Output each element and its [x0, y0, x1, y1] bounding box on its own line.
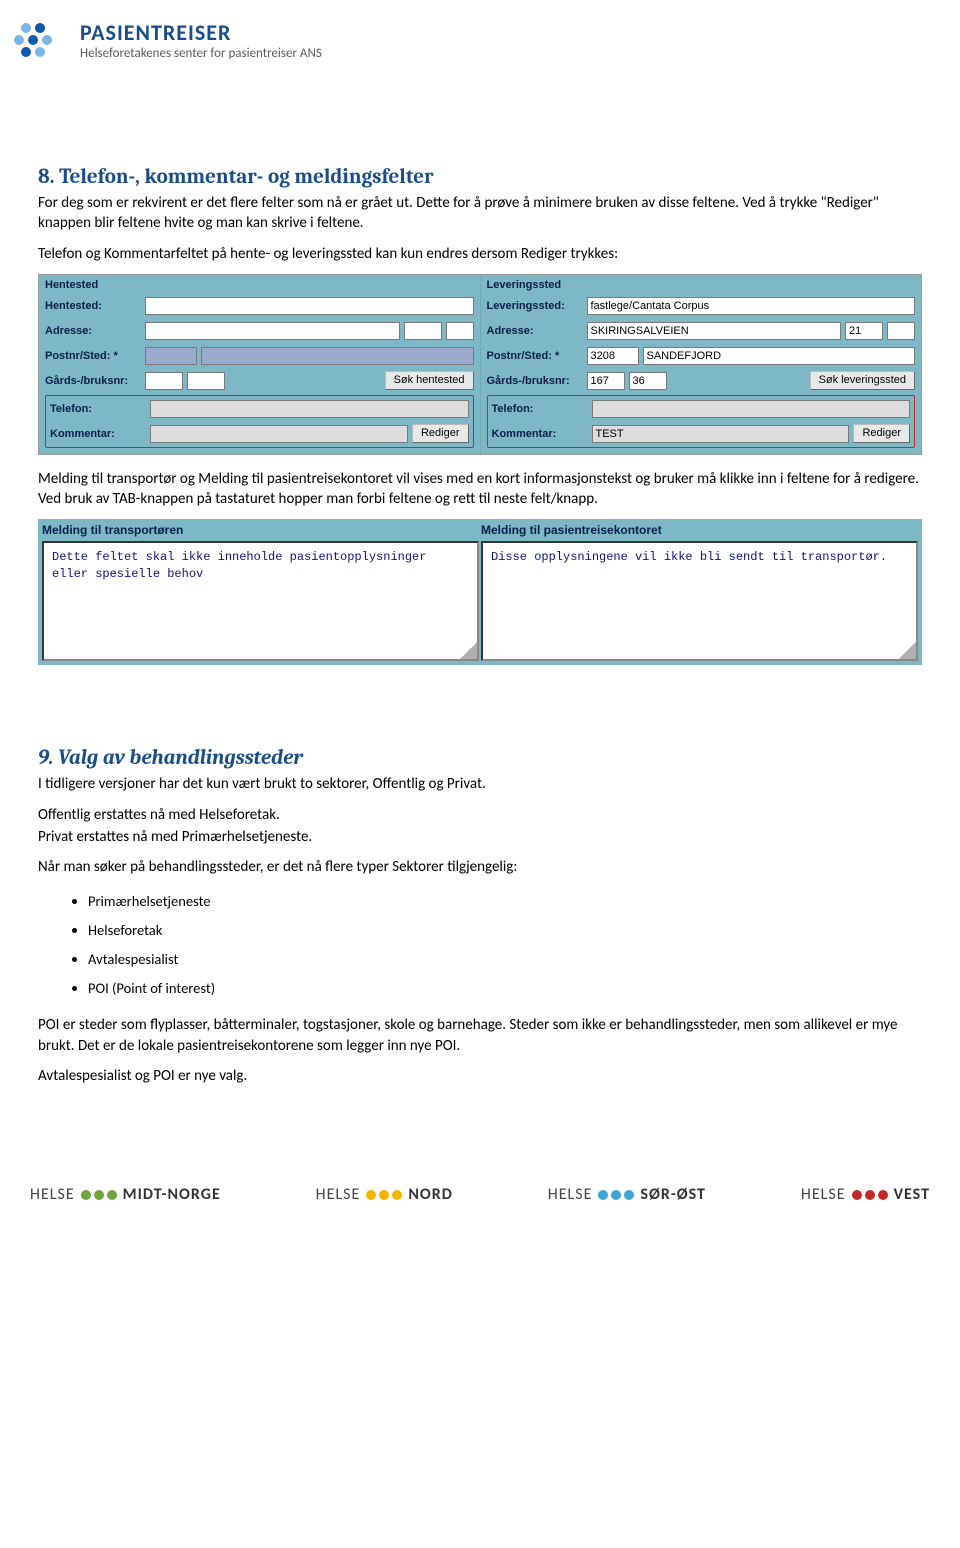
dot-cluster-icon: [366, 1190, 402, 1200]
footer-regions: HELSE MIDT-NORGE HELSE NORD HELSE SØR-ØS…: [0, 1171, 960, 1216]
input-postnr-h[interactable]: [145, 347, 197, 365]
region-vest: HELSE VEST: [801, 1185, 930, 1204]
dot-cluster-icon: [81, 1190, 117, 1200]
rediger-h-button[interactable]: Rediger: [412, 424, 469, 443]
brand-title: PASIENTREISER: [80, 19, 322, 46]
section-9-para-1: I tidligere versjoner har det kun vært b…: [38, 774, 922, 794]
input-adresse-h-suffix[interactable]: [446, 322, 474, 340]
label-telefon-h: Telefon:: [50, 403, 146, 415]
sok-hentested-button[interactable]: Søk hentested: [385, 371, 474, 390]
brand-subtitle: Helseforetakenes senter for pasientreise…: [80, 46, 322, 61]
input-gards-l2[interactable]: 36: [629, 372, 667, 390]
list-item: Primærhelsetjeneste: [88, 887, 922, 916]
rediger-l-button[interactable]: Rediger: [853, 424, 910, 443]
sector-list: Primærhelsetjeneste Helseforetak Avtales…: [38, 887, 922, 1003]
hentested-column: Hentested Hentested: Adresse: Postnr/Ste…: [39, 275, 480, 454]
section-9-para-4: POI er steder som flyplasser, båttermina…: [38, 1015, 922, 1056]
label-gards-h: Gårds-/bruksnr:: [45, 375, 141, 387]
msg-transporter-box[interactable]: Dette feltet skal ikke inneholde pasient…: [42, 541, 479, 661]
input-hentested[interactable]: [145, 297, 474, 315]
input-sted-h[interactable]: [201, 347, 474, 365]
input-kommentar-l[interactable]: TEST: [592, 425, 850, 443]
label-postnr-l: Postnr/Sted: *: [487, 350, 583, 362]
input-adresse-l-suffix[interactable]: [887, 322, 915, 340]
msg-transporter-text: Dette feltet skal ikke inneholde pasient…: [52, 550, 426, 581]
label-leveringssted: Leveringssted:: [487, 300, 583, 312]
label-adresse-l: Adresse:: [487, 325, 583, 337]
msg-office-title: Melding til pasientreisekontoret: [481, 523, 918, 541]
hentested-highlight-frame: Telefon: Kommentar: Rediger: [45, 395, 474, 448]
label-kommentar-h: Kommentar:: [50, 428, 146, 440]
resize-handle-icon: [460, 642, 477, 659]
input-gards-l1[interactable]: 167: [587, 372, 625, 390]
label-kommentar-l: Kommentar:: [492, 428, 588, 440]
list-item: POI (Point of interest): [88, 974, 922, 1003]
input-adresse-h-num[interactable]: [404, 322, 442, 340]
input-adresse-l[interactable]: SKIRINGSALVEIEN: [587, 322, 842, 340]
input-postnr-l[interactable]: 3208: [587, 347, 639, 365]
input-gards-h2[interactable]: [187, 372, 225, 390]
section-8-para-1: For deg som er rekvirent er det flere fe…: [38, 193, 922, 234]
dot-cluster-icon: [598, 1190, 634, 1200]
msg-office-text: Disse opplysningene vil ikke bli sendt t…: [491, 550, 887, 564]
logo-dots-icon: [12, 18, 68, 62]
input-gards-h1[interactable]: [145, 372, 183, 390]
input-telefon-l[interactable]: [592, 400, 911, 418]
section-9-para-2a: Offentlig erstattes nå med Helseforetak.: [38, 805, 922, 825]
label-postnr-h: Postnr/Sted: *: [45, 350, 141, 362]
resize-handle-icon: [899, 642, 916, 659]
label-hentested: Hentested:: [45, 300, 141, 312]
section-8-para-2: Telefon og Kommentarfeltet på hente- og …: [38, 244, 922, 264]
leveringssted-highlight-frame: Telefon: Kommentar: TEST Rediger: [487, 395, 916, 448]
input-adresse-l-num[interactable]: 21: [845, 322, 883, 340]
section-9-para-2b: Privat erstattes nå med Primærhelsetjene…: [38, 827, 922, 847]
hentested-header: Hentested: [45, 279, 474, 291]
input-leveringssted[interactable]: fastlege/Cantata Corpus: [587, 297, 916, 315]
msg-office-box[interactable]: Disse opplysningene vil ikke bli sendt t…: [481, 541, 918, 661]
input-sted-l[interactable]: SANDEFJORD: [643, 347, 916, 365]
section-9-para-3: Når man søker på behandlingssteder, er d…: [38, 857, 922, 877]
leveringssted-column: Leveringssted Leveringssted: fastlege/Ca…: [480, 275, 922, 454]
section-8-para-3: Melding til transportør og Melding til p…: [38, 469, 922, 510]
sok-leveringssted-button[interactable]: Søk leveringssted: [810, 371, 915, 390]
label-telefon-l: Telefon:: [492, 403, 588, 415]
dot-cluster-icon: [852, 1190, 888, 1200]
location-form-panel: Hentested Hentested: Adresse: Postnr/Ste…: [38, 274, 922, 455]
input-telefon-h[interactable]: [150, 400, 469, 418]
label-gards-l: Gårds-/bruksnr:: [487, 375, 583, 387]
leveringssted-header: Leveringssted: [487, 279, 916, 291]
input-kommentar-h[interactable]: [150, 425, 408, 443]
region-sor-ost: HELSE SØR-ØST: [548, 1185, 706, 1204]
message-panel: Melding til transportøren Dette feltet s…: [38, 519, 922, 665]
section-8-title: 8. Telefon-, kommentar- og meldingsfelte…: [38, 165, 922, 189]
section-9-para-5: Avtalespesialist og POI er nye valg.: [38, 1066, 922, 1086]
label-adresse-h: Adresse:: [45, 325, 141, 337]
list-item: Avtalespesialist: [88, 945, 922, 974]
page-header: PASIENTREISER Helseforetakenes senter fo…: [0, 0, 960, 70]
input-adresse-h[interactable]: [145, 322, 400, 340]
list-item: Helseforetak: [88, 916, 922, 945]
region-midt-norge: HELSE MIDT-NORGE: [30, 1185, 221, 1204]
section-9-title: 9. Valg av behandlingssteder: [38, 746, 922, 770]
region-nord: HELSE NORD: [316, 1185, 453, 1204]
msg-transporter-title: Melding til transportøren: [42, 523, 479, 541]
